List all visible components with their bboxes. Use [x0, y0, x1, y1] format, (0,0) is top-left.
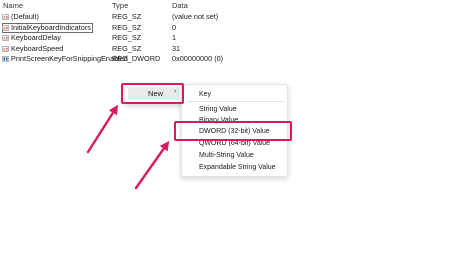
- value-name-cell: PrintScreenKeyForSnippingEnabled: [2, 54, 128, 64]
- value-list: ab (Default) REG_SZ (value not set) ab I…: [0, 12, 474, 65]
- svg-text:ab: ab: [3, 15, 9, 20]
- arrow-icon: [86, 104, 119, 154]
- menu-item-new[interactable]: New ›: [128, 87, 179, 100]
- value-name-cell: ab KeyboardDelay: [2, 33, 61, 43]
- value-name-cell: ab InitialKeyboardIndicators: [2, 22, 93, 33]
- value-data: 0x00000000 (0): [172, 54, 224, 63]
- value-row[interactable]: PrintScreenKeyForSnippingEnabled REG_DWO…: [0, 54, 474, 65]
- chevron-right-icon: ›: [174, 88, 177, 95]
- value-row[interactable]: ab KeyboardSpeed REG_SZ 31: [0, 44, 474, 55]
- string-value-icon: ab: [2, 14, 9, 20]
- value-row[interactable]: ab (Default) REG_SZ (value not set): [0, 12, 474, 23]
- context-menu: New ›: [124, 84, 184, 104]
- value-type: REG_DWORD: [112, 54, 161, 63]
- string-value-icon: ab: [2, 45, 9, 52]
- value-row[interactable]: ab InitialKeyboardIndicators REG_SZ 0: [0, 22, 474, 34]
- submenu-item-qword-value[interactable]: QWORD (64-bit) Value: [199, 139, 270, 148]
- string-value-icon: ab: [2, 35, 9, 41]
- submenu-item-key[interactable]: Key: [199, 90, 211, 99]
- value-data: 0: [172, 22, 177, 32]
- column-header-name[interactable]: Name: [3, 1, 23, 10]
- column-header-data[interactable]: Data: [172, 1, 188, 10]
- new-submenu: Key String Value Binary Value DWORD (32-…: [181, 84, 288, 177]
- value-list-header: Name Type Data: [0, 0, 474, 11]
- value-type: REG_SZ: [112, 33, 142, 42]
- svg-text:ab: ab: [3, 36, 9, 41]
- submenu-item-multi-string-value[interactable]: Multi-String Value: [199, 151, 254, 160]
- submenu-item-expandable-string-value[interactable]: Expandable String Value: [199, 163, 276, 172]
- string-value-icon: ab: [2, 24, 9, 31]
- value-type: REG_SZ: [112, 12, 142, 21]
- value-name: (Default): [11, 12, 39, 21]
- menu-item-new-label: New: [148, 89, 164, 98]
- submenu-item-string-value[interactable]: String Value: [199, 105, 237, 114]
- submenu-item-binary-value[interactable]: Binary Value: [199, 116, 238, 125]
- svg-text:ab: ab: [3, 46, 9, 51]
- svg-text:ab: ab: [3, 25, 9, 30]
- menu-separator: [186, 101, 283, 102]
- value-name: InitialKeyboardIndicators: [11, 22, 91, 32]
- value-row[interactable]: ab KeyboardDelay REG_SZ 1: [0, 33, 474, 44]
- value-name-cell: ab KeyboardSpeed: [2, 44, 63, 54]
- column-header-type[interactable]: Type: [112, 1, 128, 10]
- arrow-icon: [134, 140, 170, 190]
- value-data: 1: [172, 33, 177, 42]
- value-name: PrintScreenKeyForSnippingEnabled: [11, 54, 128, 63]
- value-name: KeyboardDelay: [11, 33, 61, 42]
- value-name: KeyboardSpeed: [11, 43, 64, 53]
- value-type: REG_SZ: [112, 43, 142, 53]
- submenu-item-dword-value[interactable]: DWORD (32-bit) Value: [199, 127, 270, 136]
- value-data: (value not set): [172, 12, 219, 21]
- value-data: 31: [172, 43, 181, 53]
- dword-value-icon: [2, 56, 9, 62]
- value-name-cell: ab (Default): [2, 12, 39, 22]
- value-type: REG_SZ: [112, 22, 142, 32]
